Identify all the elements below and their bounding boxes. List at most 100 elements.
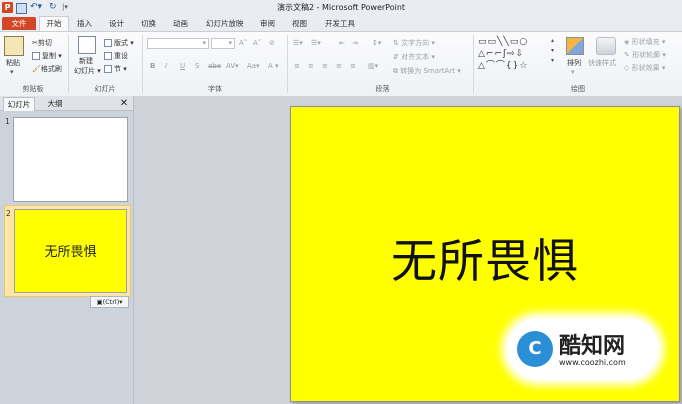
slide-text[interactable]: 无所畏惧 [291, 225, 679, 291]
group-divider [287, 35, 288, 93]
quick-styles-icon[interactable] [596, 37, 616, 55]
distributed-icon[interactable]: ≡ [350, 62, 356, 70]
font-size-select[interactable]: ▾ [211, 38, 235, 49]
chevron-down-icon: ▾ [202, 39, 206, 47]
italic-button[interactable]: I [165, 62, 167, 70]
shape-outline-button[interactable]: ✎ 形状轮廓 ▾ [624, 50, 666, 60]
smartart-button[interactable]: ⧉ 转换为 SmartArt ▾ [393, 66, 461, 76]
font-color-icon[interactable]: A ▾ [268, 62, 279, 70]
align-left-icon[interactable]: ≡ [294, 62, 300, 70]
watermark-url: www.coozhi.com [559, 358, 626, 367]
tab-outline[interactable]: 大纲 [40, 97, 70, 110]
line-spacing-icon[interactable]: ↕▾ [372, 39, 381, 47]
tab-developer[interactable]: 开发工具 [325, 17, 355, 30]
format-painter-button[interactable]: 🖌格式刷 [32, 64, 62, 74]
align-right-icon[interactable]: ≡ [322, 62, 328, 70]
chevron-down-icon: ▾ [228, 39, 232, 47]
smartart-icon: ⧉ [393, 67, 398, 75]
section-button[interactable]: 节 ▾ [104, 64, 127, 74]
grow-font-icon[interactable]: A˄ [239, 39, 247, 47]
paste-icon[interactable] [4, 36, 24, 56]
slides-group-label: 幻灯片 [94, 85, 116, 93]
shape-outline-label: 形状轮廓 [632, 51, 661, 59]
new-slide-sub-button[interactable]: 幻灯片 ▾ [74, 66, 101, 76]
clear-format-icon[interactable]: ⊘ [269, 39, 275, 47]
copy-button[interactable]: 复制 ▾ [32, 51, 62, 61]
align-center-icon[interactable]: ≡ [308, 62, 314, 70]
paste-options-label: (Ctrl) [102, 298, 120, 306]
bullets-icon[interactable]: ☰▾ [293, 39, 303, 47]
layout-icon [104, 39, 112, 47]
tab-animations[interactable]: 动画 [173, 17, 188, 30]
clipboard-group-label: 剪贴板 [22, 85, 44, 93]
text-direction-icon: ⇅ [393, 39, 399, 47]
strikethrough-button[interactable]: abe [208, 62, 221, 70]
numbering-icon[interactable]: ☰▾ [311, 39, 321, 47]
change-case-icon[interactable]: Aa▾ [247, 62, 260, 70]
drawing-group-label: 绘图 [571, 85, 585, 93]
tab-slideshow[interactable]: 幻灯片放映 [206, 17, 244, 30]
columns-icon[interactable]: ▥▾ [368, 62, 378, 70]
paste-button[interactable]: 粘贴 [6, 58, 20, 68]
quick-styles-button[interactable]: 快速样式 [588, 58, 616, 68]
increase-indent-icon[interactable]: ⇥ [352, 39, 358, 47]
pen-icon: ✎ [624, 51, 630, 59]
tab-design[interactable]: 设计 [109, 17, 124, 30]
font-group-label: 字体 [208, 85, 222, 93]
ribbon-tab-bar: 文件 开始 插入 设计 切换 动画 幻灯片放映 审阅 视图 开发工具 [0, 16, 682, 32]
slide-number: 2 [6, 209, 11, 218]
effects-icon: ◇ [624, 64, 630, 72]
shapes-gallery[interactable]: ▭▭╲╲▭○ △⌐⌐ʃ⇨⇩ △⌒⌒{}☆ [478, 36, 528, 72]
align-text-button[interactable]: ⇵ 对齐文本 ▾ [393, 52, 435, 62]
shapes-gallery-scroll[interactable]: ▴ ▾ ▾ [551, 36, 554, 66]
cut-label: 剪切 [37, 39, 52, 47]
tab-file[interactable]: 文件 [2, 17, 36, 30]
char-spacing-icon[interactable]: AV▾ [226, 62, 239, 70]
align-text-icon: ⇵ [393, 53, 399, 61]
shape-effects-label: 形状效果 [631, 64, 660, 72]
bold-button[interactable]: B [150, 62, 155, 70]
paste-options-button[interactable]: ▣(Ctrl)▾ [90, 296, 129, 308]
shape-effects-button[interactable]: ◇ 形状效果 ▾ [624, 63, 665, 73]
tab-insert[interactable]: 插入 [77, 17, 92, 30]
justify-icon[interactable]: ≡ [336, 62, 342, 70]
arrange-dropdown-icon[interactable]: ▾ [571, 68, 575, 76]
decrease-indent-icon[interactable]: ⇤ [339, 39, 345, 47]
close-icon[interactable]: ✕ [119, 97, 129, 110]
group-divider [68, 35, 69, 93]
shadow-button[interactable]: S [195, 62, 199, 70]
copy-icon [32, 52, 40, 60]
underline-button[interactable]: U [180, 62, 185, 70]
tab-home[interactable]: 开始 [39, 16, 69, 32]
slide-thumbnail-2[interactable]: 无所畏惧 [14, 209, 127, 293]
format-painter-icon: 🖌 [32, 65, 41, 73]
shape-fill-button[interactable]: ◈ 形状填充 ▾ [624, 37, 665, 47]
text-direction-label: 文字方向 [401, 39, 430, 47]
tab-review[interactable]: 审阅 [260, 17, 275, 30]
reset-icon [104, 52, 112, 60]
group-divider [142, 35, 143, 93]
tab-transitions[interactable]: 切换 [141, 17, 156, 30]
slide-number: 1 [5, 117, 10, 126]
arrange-button[interactable]: 排列 [567, 58, 581, 68]
layout-button[interactable]: 版式 ▾ [104, 38, 134, 48]
section-icon [104, 65, 112, 73]
font-name-select[interactable]: ▾ [147, 38, 209, 49]
slide-thumbnail-1[interactable] [13, 117, 128, 202]
cut-button[interactable]: ✂剪切 [32, 38, 52, 48]
tab-slides[interactable]: 幻灯片 [3, 97, 35, 111]
shrink-font-icon[interactable]: A˅ [253, 39, 261, 47]
paragraph-group-label: 段落 [375, 85, 390, 93]
ribbon: 粘贴 ▾ ✂剪切 复制 ▾ 🖌格式刷 剪贴板 新建 幻灯片 ▾ 版式 ▾ 重设 … [0, 31, 682, 97]
new-slide-sub-label: 幻灯片 [74, 67, 95, 75]
format-painter-label: 格式刷 [40, 65, 62, 73]
reset-button[interactable]: 重设 [104, 51, 128, 61]
paste-dropdown-icon[interactable]: ▾ [10, 68, 14, 76]
layout-label: 版式 [114, 39, 128, 47]
new-slide-button[interactable]: 新建 [79, 56, 93, 66]
text-direction-button[interactable]: ⇅ 文字方向 ▾ [393, 38, 435, 48]
new-slide-icon[interactable] [78, 36, 96, 54]
arrange-icon[interactable] [566, 37, 584, 55]
copy-label: 复制 [42, 52, 56, 60]
tab-view[interactable]: 视图 [292, 17, 307, 30]
